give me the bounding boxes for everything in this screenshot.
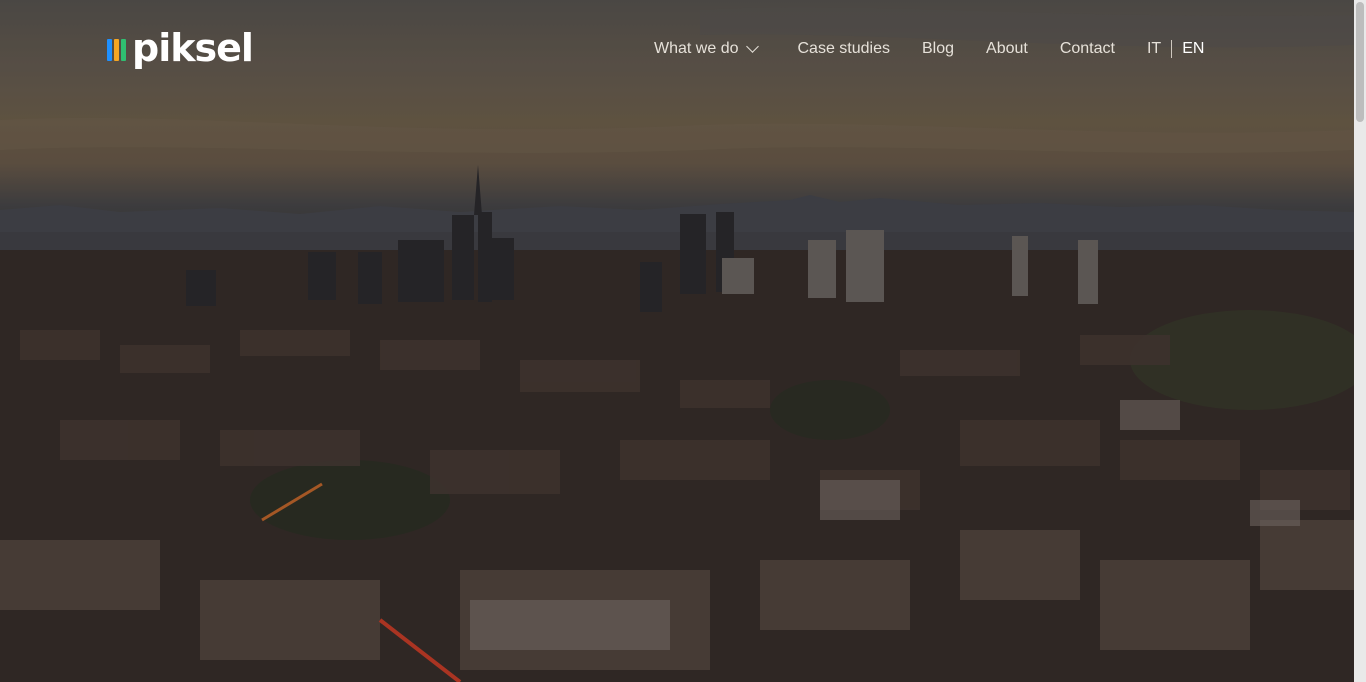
piksel-logo[interactable]: piksel	[107, 26, 254, 71]
lang-it[interactable]: IT	[1147, 40, 1161, 58]
nav-what-we-do-label: What we do	[654, 40, 739, 57]
language-switcher: IT EN	[1147, 40, 1204, 58]
chevron-down-icon	[746, 40, 760, 53]
city-skyline-image	[0, 0, 1354, 682]
nav-case-studies[interactable]: Case studies	[797, 40, 890, 58]
site-header: piksel What we do Case studies Blog Abou…	[0, 0, 1354, 100]
nav-about[interactable]: About	[986, 40, 1028, 58]
lang-en[interactable]: EN	[1182, 40, 1204, 58]
nav-blog[interactable]: Blog	[922, 40, 954, 58]
lang-divider	[1171, 40, 1173, 58]
logo-wordmark: piksel	[132, 26, 254, 70]
nav-what-we-do[interactable]: What we do	[654, 40, 760, 58]
logo-bar-blue	[107, 39, 112, 61]
logo-bar-orange	[114, 39, 119, 61]
main-nav: What we do Case studies Blog About Conta…	[654, 40, 1204, 58]
logo-mark-icon	[107, 39, 126, 61]
hero-background	[0, 0, 1354, 682]
logo-bar-green	[121, 39, 126, 61]
page-scrollbar[interactable]	[1354, 0, 1366, 682]
nav-contact[interactable]: Contact	[1060, 40, 1115, 58]
scrollbar-thumb[interactable]	[1356, 2, 1364, 122]
